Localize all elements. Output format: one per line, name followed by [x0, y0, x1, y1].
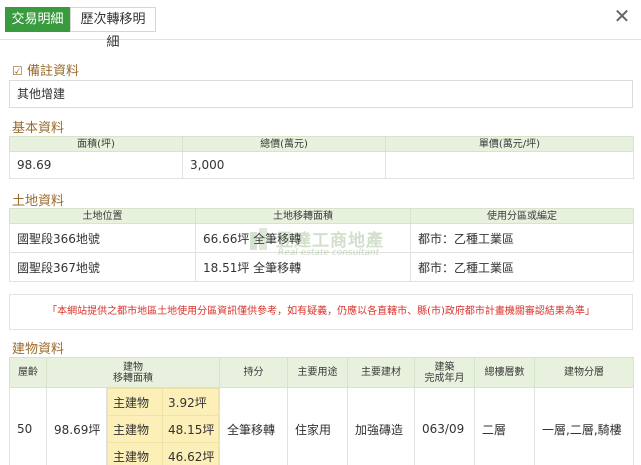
- basic-area: 98.69: [9, 151, 183, 179]
- building-header-share: 持分: [219, 357, 288, 388]
- tab-transfer-history[interactable]: 歷次轉移明細: [70, 7, 156, 50]
- sub-area-value: 3.92坪: [162, 388, 219, 416]
- building-header-material: 主要建材: [347, 357, 415, 388]
- basic-unit: [385, 151, 634, 179]
- table-row: 主建物 46.62坪: [107, 442, 219, 465]
- building-header-age: 屋齡: [9, 357, 47, 388]
- table-row: 國聖段366地號 66.66坪 全筆移轉 都市：乙種工業區: [9, 223, 634, 253]
- building-area: 98.69坪: [46, 387, 107, 465]
- building-header-floors: 總樓層數: [474, 357, 535, 388]
- building-floors: 二層: [474, 387, 535, 465]
- land-location: 國聖段367地號: [9, 252, 196, 282]
- land-header-zoning: 使用分區或編定: [410, 208, 634, 224]
- building-age: 50: [9, 387, 47, 465]
- building-table: 屋齡 建物 移轉面積 持分 主要用途 主要建材 建築 完成年月 總樓層數 建物分…: [9, 357, 634, 465]
- remark-section-title: ☑ 備註資料: [12, 64, 80, 79]
- building-sub-areas: 主建物 3.92坪 主建物 48.15坪 主建物 46.62坪: [106, 387, 220, 465]
- table-row: 主建物 48.15坪: [107, 415, 219, 443]
- land-zoning: 都市：乙種工業區: [410, 252, 634, 282]
- building-header-area: 建物 移轉面積: [46, 357, 220, 388]
- remark-value: 其他增建: [9, 80, 633, 108]
- tab-transaction-details[interactable]: 交易明細: [5, 7, 70, 32]
- building-use: 住家用: [287, 387, 348, 465]
- building-header-use: 主要用途: [287, 357, 348, 388]
- basic-section-title: 基本資料: [12, 121, 65, 136]
- table-row: 主建物 3.92坪: [107, 388, 219, 416]
- table-row: 98.69 3,000: [9, 151, 634, 179]
- land-area: 66.66坪 全筆移轉: [195, 223, 411, 253]
- land-location: 國聖段366地號: [9, 223, 196, 253]
- table-row: 50 98.69坪 主建物 3.92坪 主建物 48.15坪 主建物 46.62…: [9, 387, 634, 465]
- building-section-title: 建物資料: [12, 342, 65, 357]
- land-area: 18.51坪 全筆移轉: [195, 252, 411, 282]
- building-material: 加強磚造: [347, 387, 415, 465]
- building-header-layers: 建物分層: [534, 357, 634, 388]
- checkbox-icon: ☑: [12, 64, 23, 78]
- land-section-title: 土地資料: [12, 194, 65, 209]
- sub-area-type: 主建物: [107, 442, 163, 465]
- sub-area-value: 48.15坪: [162, 415, 219, 443]
- sub-area-table: 主建物 3.92坪 主建物 48.15坪 主建物 46.62坪: [107, 388, 219, 465]
- zoning-notice: 「本網站提供之都市地區土地使用分區資訊僅供參考，如有疑義，仍應以各直轄市、縣(市…: [9, 294, 633, 330]
- building-completed: 063/09: [414, 387, 475, 465]
- basic-table: 面積(坪) 總價(萬元) 單價(萬元/坪) 98.69 3,000: [9, 136, 634, 179]
- sub-area-type: 主建物: [107, 388, 163, 416]
- tab-bar: 交易明細 歷次轉移明細 ✕: [0, 0, 641, 50]
- land-zoning: 都市：乙種工業區: [410, 223, 634, 253]
- building-layers: 一層,二層,騎樓: [534, 387, 634, 465]
- basic-header-area: 面積(坪): [9, 136, 183, 152]
- land-header-location: 土地位置: [9, 208, 196, 224]
- building-share: 全筆移轉: [219, 387, 288, 465]
- land-header-area: 土地移轉面積: [195, 208, 411, 224]
- sub-area-value: 46.62坪: [162, 442, 219, 465]
- sub-area-type: 主建物: [107, 415, 163, 443]
- table-row: 國聖段367地號 18.51坪 全筆移轉 都市：乙種工業區: [9, 252, 634, 282]
- land-table: 土地位置 土地移轉面積 使用分區或編定 國聖段366地號 66.66坪 全筆移轉…: [9, 208, 634, 282]
- basic-header-unit: 單價(萬元/坪): [385, 136, 634, 152]
- close-icon[interactable]: ✕: [612, 4, 632, 28]
- building-header-completed: 建築 完成年月: [414, 357, 475, 388]
- basic-total: 3,000: [182, 151, 386, 179]
- basic-header-total: 總價(萬元): [182, 136, 386, 152]
